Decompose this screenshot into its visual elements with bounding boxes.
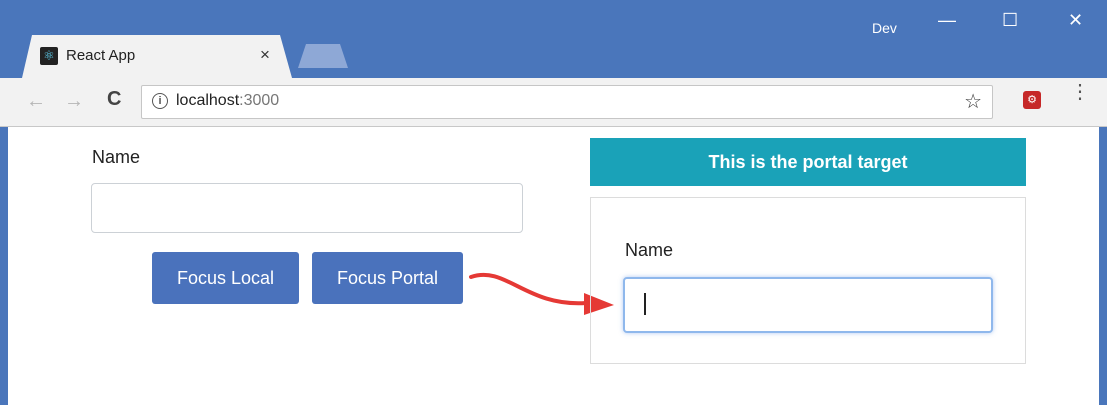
extension-icon[interactable]: ⚙: [1023, 91, 1041, 109]
url-port: :3000: [239, 92, 280, 109]
minimize-button[interactable]: —: [938, 10, 956, 31]
tab-title: React App: [66, 47, 136, 64]
url-text: localhost:3000: [176, 92, 279, 110]
url-host: localhost: [176, 92, 240, 109]
focus-local-button[interactable]: Focus Local: [152, 252, 299, 304]
back-icon[interactable]: ←: [26, 90, 46, 113]
react-favicon-icon: ⚛: [40, 47, 58, 65]
portal-name-input[interactable]: [623, 277, 993, 333]
forward-icon[interactable]: →: [64, 90, 84, 113]
focus-portal-button[interactable]: Focus Portal: [312, 252, 463, 304]
portal-name-label: Name: [625, 240, 674, 260]
new-tab-button[interactable]: [298, 44, 348, 68]
menu-icon[interactable]: ⋮: [1070, 82, 1090, 102]
close-window-button[interactable]: ✕: [1068, 10, 1083, 31]
text-caret: [644, 293, 646, 315]
reload-icon[interactable]: C: [107, 88, 121, 111]
maximize-button[interactable]: ☐: [1002, 10, 1018, 31]
portal-target-header: This is the portal target: [590, 138, 1026, 186]
browser-tab[interactable]: ⚛ React App ×: [22, 35, 292, 78]
portal-target-box: Name: [590, 197, 1026, 364]
profile-label[interactable]: Dev: [872, 20, 897, 36]
address-bar[interactable]: i localhost:3000 ☆: [141, 85, 993, 119]
info-icon[interactable]: i: [152, 93, 168, 109]
browser-window: ⚛ React App × Dev — ☐ ✕ ← → C i localhos…: [0, 0, 1107, 405]
page-content: Name Focus Local Focus Portal This is th…: [8, 127, 1099, 405]
tab-close-icon[interactable]: ×: [260, 45, 270, 65]
local-name-input[interactable]: [91, 183, 523, 233]
title-bar: ⚛ React App × Dev — ☐ ✕: [0, 0, 1107, 78]
browser-toolbar: ← → C i localhost:3000 ☆ ⚙ ⋮: [0, 78, 1107, 127]
local-name-label: Name: [92, 147, 141, 167]
bookmark-star-icon[interactable]: ☆: [964, 89, 982, 114]
